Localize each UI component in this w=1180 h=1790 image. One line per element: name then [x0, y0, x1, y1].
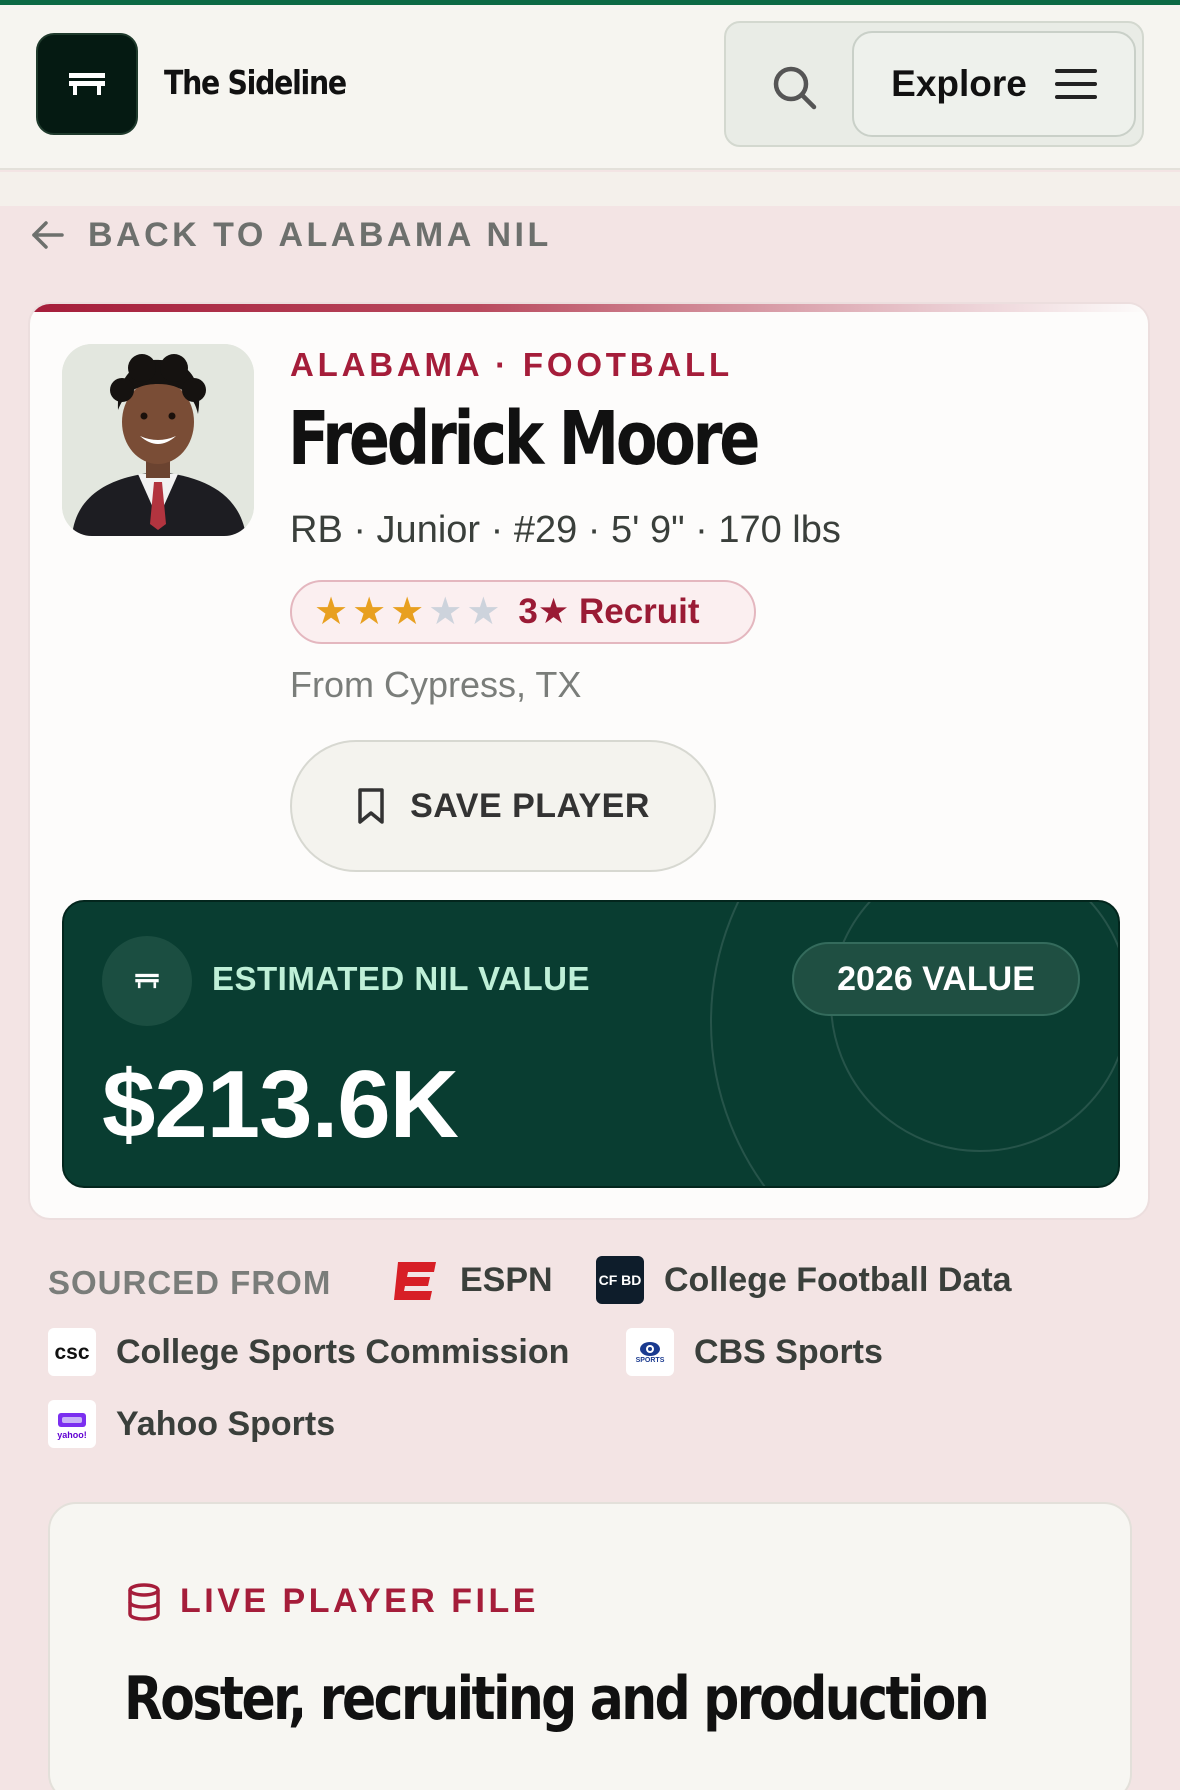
- star-rating: ★ ★ ★ ★ ★: [314, 593, 500, 631]
- csc-logo-icon: csc: [48, 1328, 96, 1376]
- save-player-label: SAVE PLAYER: [410, 786, 650, 825]
- star-empty-icon: ★: [428, 591, 463, 633]
- nil-value-label: ESTIMATED NIL VALUE: [212, 960, 591, 997]
- file-kicker: LIVE PLAYER FILE: [126, 1582, 539, 1621]
- live-player-file-card: LIVE PLAYER FILE Roster, recruiting and …: [48, 1502, 1132, 1790]
- hamburger-menu-icon: [1054, 69, 1097, 99]
- nil-value-amount: $213.6K: [102, 1051, 459, 1158]
- database-icon: [128, 1582, 160, 1621]
- source-name: ESPN: [460, 1260, 553, 1299]
- bench-icon: [69, 73, 105, 95]
- file-section-title: Roster, recruiting and production: [124, 1664, 990, 1734]
- school-sport-label[interactable]: ALABAMA · FOOTBALL: [290, 346, 733, 384]
- arrow-left-icon: [32, 221, 64, 249]
- back-link-label: BACK TO ALABAMA NIL: [88, 215, 552, 254]
- cbs-eye-logo-icon: SPORTS: [626, 1328, 674, 1376]
- nil-badge-icon: [102, 936, 192, 1026]
- nil-value-panel: ESTIMATED NIL VALUE 2026 VALUE $213.6K: [62, 900, 1120, 1188]
- source-espn[interactable]: ESPN: [392, 1256, 553, 1304]
- cfbd-logo-icon: CF BD: [596, 1256, 644, 1304]
- sources-label: SOURCED FROM: [48, 1264, 332, 1301]
- source-yahoo-sports[interactable]: yahoo! Yahoo Sports: [48, 1400, 335, 1448]
- source-cbs-sports[interactable]: SPORTS CBS Sports: [626, 1328, 883, 1376]
- espn-logo-icon: [392, 1256, 440, 1304]
- star-filled-icon: ★: [390, 591, 425, 633]
- star-filled-icon: ★: [314, 591, 349, 633]
- player-photo: [62, 344, 254, 536]
- nil-year-badge: 2026 VALUE: [792, 942, 1080, 1016]
- site-header: The Sideline Explore: [0, 5, 1180, 170]
- file-kicker-label: LIVE PLAYER FILE: [180, 1582, 539, 1620]
- source-college-sports-commission[interactable]: csc College Sports Commission: [48, 1328, 569, 1376]
- source-name: CBS Sports: [694, 1332, 883, 1371]
- card-accent-bar: [30, 304, 1148, 312]
- player-hometown: From Cypress, TX: [290, 664, 582, 705]
- player-name: Fredrick Moore: [288, 396, 760, 482]
- yahoo-logo-icon: yahoo!: [48, 1400, 96, 1448]
- source-college-football-data[interactable]: CF BD College Football Data: [596, 1256, 1012, 1304]
- source-name: College Sports Commission: [116, 1332, 570, 1371]
- search-icon: [773, 66, 817, 110]
- player-avatar: [62, 344, 254, 536]
- star-empty-icon: ★: [466, 591, 501, 633]
- star-filled-icon: ★: [352, 591, 387, 633]
- search-button[interactable]: [766, 59, 822, 115]
- source-name: College Football Data: [664, 1260, 1012, 1299]
- save-player-button[interactable]: SAVE PLAYER: [290, 740, 716, 872]
- source-name: Yahoo Sports: [116, 1404, 336, 1443]
- brand-logo[interactable]: [36, 33, 138, 135]
- bench-icon: [135, 973, 159, 989]
- recruit-rating-label: 3★ Recruit: [518, 592, 700, 631]
- player-bio: RB · Junior · #29 · 5' 9" · 170 lbs: [290, 509, 841, 551]
- bookmark-icon: [358, 788, 384, 824]
- player-card: ALABAMA · FOOTBALL Fredrick Moore RB · J…: [28, 302, 1150, 1220]
- recruit-rating-badge: ★ ★ ★ ★ ★ 3★ Recruit: [290, 580, 756, 644]
- back-to-team-link[interactable]: BACK TO ALABAMA NIL: [30, 210, 552, 260]
- header-sub-band: [0, 172, 1180, 206]
- header-actions: Explore: [724, 21, 1144, 147]
- explore-label: Explore: [891, 63, 1027, 104]
- explore-button[interactable]: Explore: [852, 31, 1136, 137]
- brand-name[interactable]: The Sideline: [164, 63, 347, 102]
